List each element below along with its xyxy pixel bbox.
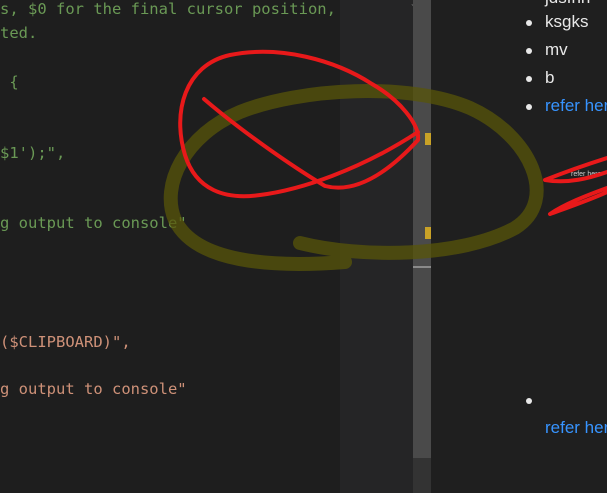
- markdown-preview: jdsfhh ksgks mv b refer her refer here r…: [431, 0, 607, 493]
- code-line-4: $1');",: [0, 144, 66, 162]
- refer-link-1[interactable]: refer her: [545, 96, 607, 116]
- code-line-6: ($CLIPBOARD)",: [0, 333, 131, 351]
- list-bullet-empty: [526, 398, 532, 404]
- refer-link-2[interactable]: refer her: [545, 418, 607, 438]
- code-line-1: s, $0 for the final cursor position,: [0, 0, 336, 18]
- code-editor[interactable]: s, $0 for the final cursor position, ted…: [0, 0, 340, 493]
- list-bullet: [526, 76, 532, 82]
- minimap-strip: `: [340, 0, 416, 493]
- code-line-7: g output to console": [0, 380, 187, 398]
- list-bullet: [526, 20, 532, 26]
- list-item-mv: mv: [545, 40, 568, 59]
- code-line-5: g output to console": [0, 214, 187, 232]
- code-line-2: ted.: [0, 24, 38, 42]
- list-item-ksgks: ksgks: [545, 12, 589, 31]
- scrollbar-position-line: [413, 266, 431, 268]
- list-bullet: [526, 48, 532, 54]
- list-item-b: b: [545, 68, 555, 87]
- code-line-3: {: [0, 73, 19, 91]
- list-bullet: [526, 104, 532, 110]
- tiny-link-text[interactable]: refer here: [571, 171, 601, 178]
- list-item-partial: jdsfhh: [545, 0, 590, 8]
